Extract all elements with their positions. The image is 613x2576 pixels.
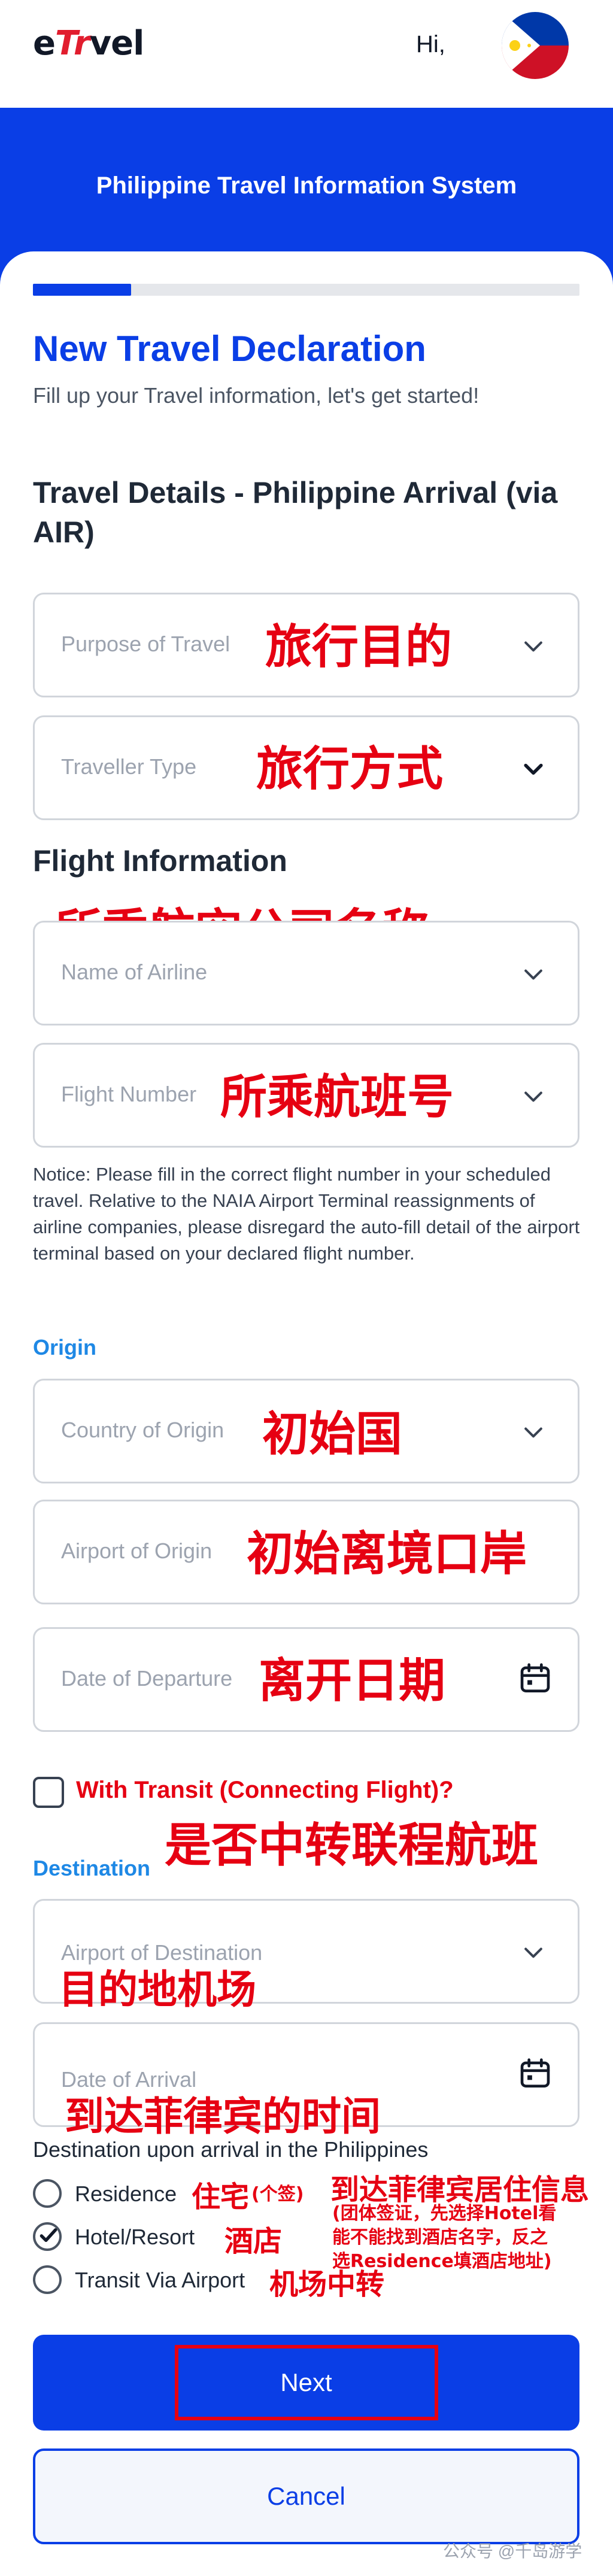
purpose-placeholder: Purpose of Travel bbox=[61, 632, 230, 656]
annotation-date-arrival: 到达菲律宾的时间 bbox=[65, 2093, 381, 2140]
residence-label[interactable]: Residence bbox=[75, 2181, 177, 2207]
hotel-resort-radio[interactable] bbox=[33, 2222, 62, 2251]
chevron-down-icon bbox=[524, 1427, 542, 1438]
annotation-residence-note: (个签) bbox=[251, 2184, 304, 2205]
country-origin-placeholder: Country of Origin bbox=[61, 1418, 224, 1442]
flight-notice: Notice: Please fill in the correct fligh… bbox=[33, 1164, 580, 1264]
chevron-down-icon bbox=[524, 1947, 542, 1958]
annotation-airport-origin: 初始离境口岸 bbox=[247, 1527, 527, 1581]
calendar-icon[interactable] bbox=[517, 1660, 554, 1697]
page-subtitle: Fill up your Travel information, let's g… bbox=[33, 383, 480, 408]
progress-fill bbox=[33, 284, 132, 296]
watermark: 公众号 @千岛游学 bbox=[443, 2542, 582, 2560]
annotation-residence: 住宅 bbox=[192, 2180, 250, 2214]
transit-via-airport-radio[interactable] bbox=[33, 2265, 62, 2294]
annotation-flight-number: 所乘航班号 bbox=[220, 1070, 454, 1124]
philippine-flag-icon[interactable] bbox=[502, 12, 569, 79]
traveller-placeholder: Traveller Type bbox=[61, 754, 197, 779]
calendar-icon[interactable] bbox=[517, 2055, 554, 2092]
top-bar: eTrvel Hi, bbox=[0, 0, 613, 108]
airline-placeholder: Name of Airline bbox=[61, 960, 208, 984]
annotation-country-origin: 初始国 bbox=[262, 1407, 403, 1461]
annotation-accommodation-note: 选Residence填酒店地址) bbox=[332, 2251, 552, 2272]
transit-via-airport-label[interactable]: Transit Via Airport bbox=[75, 2268, 245, 2293]
destination-label: Destination bbox=[33, 1856, 151, 1880]
transit-label[interactable]: With Transit (Connecting Flight)? bbox=[76, 1777, 454, 1804]
annotation-date-departure: 离开日期 bbox=[259, 1654, 446, 1708]
next-button-label: Next bbox=[280, 2368, 332, 2396]
annotation-accommodation-note: (团体签证，先选择Hotel看 bbox=[332, 2203, 557, 2224]
destination-question: Destination upon arrival in the Philippi… bbox=[33, 2137, 429, 2162]
annotation-accommodation-note: 能不能找到酒店名字，反之 bbox=[332, 2227, 548, 2248]
page-title: New Travel Declaration bbox=[33, 329, 426, 369]
airline-select[interactable]: Name of Airline bbox=[33, 921, 579, 1025]
annotation-traveller: 旅行方式 bbox=[256, 742, 444, 796]
section-title-flight: Flight Information bbox=[33, 844, 287, 878]
annotation-airport-destination: 目的地机场 bbox=[59, 1967, 256, 2013]
chevron-down-icon bbox=[524, 641, 542, 652]
cancel-button-label: Cancel bbox=[267, 2482, 345, 2510]
cancel-button[interactable]: Cancel bbox=[33, 2448, 579, 2544]
etravel-logo[interactable]: eTrvel bbox=[33, 24, 144, 63]
annotation-transit: 是否中转联程航班 bbox=[165, 1819, 539, 1873]
section-title-travel-details: Travel Details - Philippine Arrival (via… bbox=[33, 476, 558, 549]
flight-number-placeholder: Flight Number bbox=[61, 1082, 197, 1106]
next-button[interactable]: Next bbox=[33, 2335, 579, 2431]
progress-bar bbox=[33, 284, 579, 296]
annotation-hotel: 酒店 bbox=[224, 2225, 283, 2258]
hotel-resort-label[interactable]: Hotel/Resort bbox=[75, 2225, 195, 2250]
greeting: Hi, bbox=[416, 31, 445, 57]
check-icon bbox=[40, 2228, 57, 2242]
chevron-down-icon bbox=[524, 1091, 542, 1102]
residence-radio[interactable] bbox=[33, 2179, 62, 2208]
banner-title: Philippine Travel Information System bbox=[96, 172, 517, 199]
airport-origin-placeholder: Airport of Origin bbox=[61, 1539, 213, 1563]
transit-checkbox[interactable] bbox=[33, 1777, 64, 1808]
origin-label: Origin bbox=[33, 1335, 96, 1360]
chevron-down-icon bbox=[524, 763, 543, 775]
chevron-down-icon bbox=[524, 969, 542, 980]
annotation-purpose: 旅行目的 bbox=[265, 620, 453, 674]
date-departure-placeholder: Date of Departure bbox=[61, 1666, 233, 1691]
